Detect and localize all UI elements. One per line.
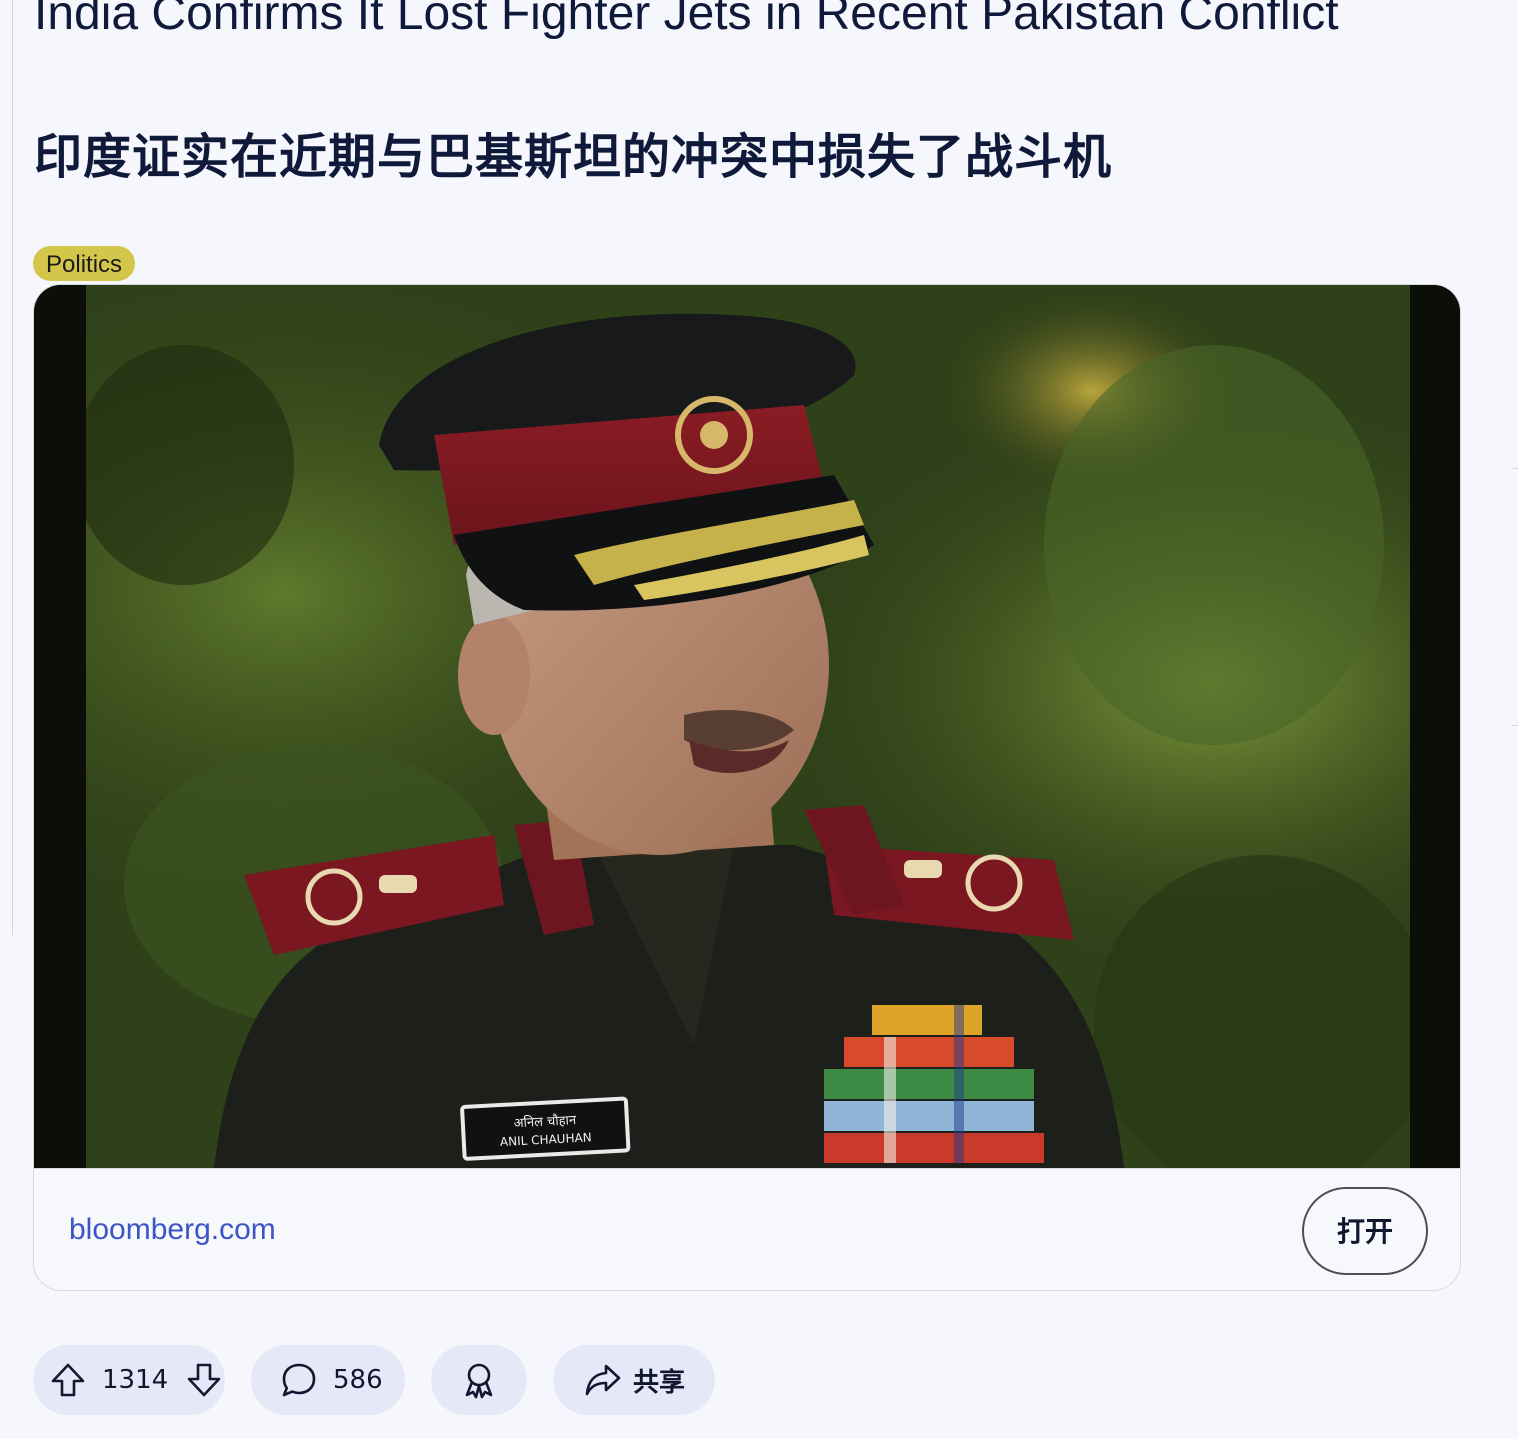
- post-page: India Confirms It Lost Fighter Jets in R…: [0, 0, 1518, 1439]
- scroll-tick: [1512, 725, 1518, 726]
- scroll-tick: [1512, 468, 1518, 469]
- vote-pill: 1314: [33, 1345, 225, 1415]
- open-link-button[interactable]: 打开: [1302, 1187, 1428, 1275]
- source-domain-link[interactable]: bloomberg.com: [69, 1213, 276, 1247]
- share-icon: [583, 1360, 623, 1400]
- flair-tag[interactable]: Politics: [33, 246, 136, 281]
- link-card-footer: bloomberg.com 打开: [34, 1168, 1460, 1290]
- post-title[interactable]: India Confirms It Lost Fighter Jets in R…: [34, 0, 1454, 44]
- vote-count: 1314: [102, 1365, 169, 1395]
- link-preview-card[interactable]: अनिल चौहान ANIL CHAUHAN bloomberg.com 打开: [33, 284, 1461, 1291]
- award-button[interactable]: [431, 1345, 527, 1415]
- award-icon: [459, 1360, 499, 1400]
- badge-text-hindi: अनिल चौहान: [513, 1112, 577, 1131]
- upvote-icon[interactable]: [48, 1360, 88, 1400]
- preview-image[interactable]: अनिल चौहान ANIL CHAUHAN: [34, 285, 1460, 1168]
- comments-button[interactable]: 586: [251, 1345, 405, 1415]
- share-label: 共享: [633, 1367, 686, 1398]
- thread-line: [12, 0, 13, 935]
- comment-count: 586: [333, 1365, 383, 1395]
- post-title-translation: 印度证实在近期与巴基斯坦的冲突中损失了战斗机: [34, 131, 1113, 184]
- general-portrait-image: अनिल चौहान ANIL CHAUHAN: [34, 285, 1460, 1168]
- share-button[interactable]: 共享: [553, 1345, 715, 1415]
- comment-icon: [279, 1360, 319, 1400]
- downvote-icon[interactable]: [184, 1360, 224, 1400]
